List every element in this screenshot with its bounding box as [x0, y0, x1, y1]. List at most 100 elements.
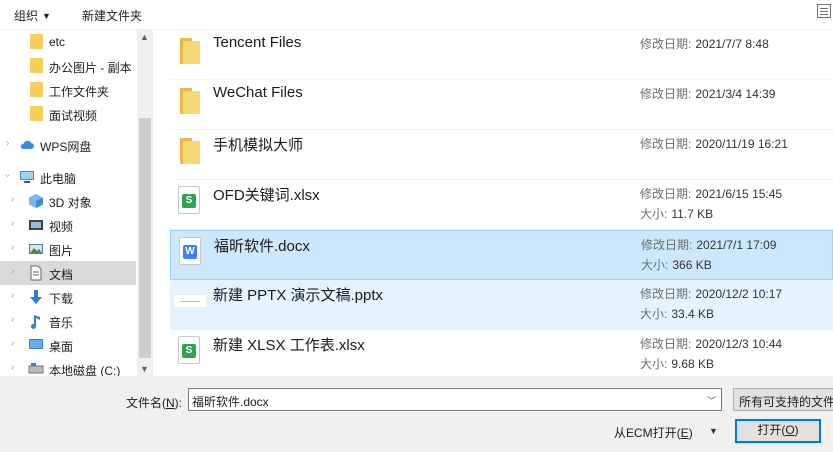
video-icon: [29, 220, 43, 230]
nav-item-label: 本地磁盘 (C:): [49, 364, 121, 376]
nav-item-label: 此电脑: [40, 172, 77, 186]
file-name: 手机模拟大师: [213, 137, 304, 154]
filename-value: 福昕软件.docx: [192, 395, 269, 409]
file-name: OFD关键词.xlsx: [213, 187, 320, 204]
nav-item-local-disk-c[interactable]: › 本地磁盘 (C:): [0, 357, 136, 376]
nav-item-label: 图片: [49, 244, 74, 258]
computer-icon: [20, 171, 34, 183]
toolbar: 组织 ▼ 新建文件夹: [0, 0, 833, 30]
chevron-down-icon[interactable]: ▼: [140, 364, 149, 374]
organize-button[interactable]: 组织 ▼: [14, 7, 51, 24]
chevron-down-icon[interactable]: ›: [2, 174, 13, 177]
nav-item-label: 工作文件夹: [49, 85, 110, 99]
caret-down-icon[interactable]: ▼: [709, 426, 718, 436]
chevron-right-icon[interactable]: ›: [11, 194, 14, 205]
folder-icon: [30, 34, 43, 49]
chevron-right-icon[interactable]: ›: [11, 338, 14, 349]
nav-item-downloads[interactable]: › 下载: [0, 285, 136, 309]
view-options-icon[interactable]: [817, 4, 831, 18]
folder-icon: [180, 38, 200, 64]
file-size: 大小: 9.68 KB: [640, 357, 715, 371]
desktop-icon: [29, 339, 43, 349]
nav-item-documents[interactable]: › 文档: [0, 261, 136, 285]
modified-date: 修改日期: 2021/7/1 17:09: [641, 238, 777, 252]
nav-item-label: 面试视频: [49, 109, 98, 123]
modified-date: 修改日期: 2020/12/3 10:44: [640, 337, 783, 351]
nav-item-videos[interactable]: › 视频: [0, 213, 136, 237]
drive-icon: [28, 363, 44, 374]
nav-item-label: etc: [49, 35, 66, 49]
filename-input[interactable]: 福昕软件.docx ﹀: [188, 388, 722, 411]
chevron-down-icon[interactable]: ﹀: [707, 394, 716, 407]
modified-date: 修改日期: 2020/12/2 10:17: [640, 287, 783, 301]
modified-date: 修改日期: 2021/3/4 14:39: [640, 87, 776, 101]
nav-item-music[interactable]: › 音乐: [0, 309, 136, 333]
folder-icon: [30, 82, 43, 97]
file-row-phone-emulator[interactable]: 手机模拟大师 修改日期: 2020/11/19 16:21: [170, 130, 833, 180]
nav-item-label: 桌面: [49, 340, 74, 354]
chevron-right-icon[interactable]: ›: [11, 242, 14, 253]
cloud-icon: [20, 140, 34, 149]
file-row-wechat-files[interactable]: WeChat Files 修改日期: 2021/3/4 14:39: [170, 80, 833, 130]
file-name: 新建 PPTX 演示文稿.pptx: [213, 287, 384, 304]
modified-date: 修改日期: 2021/6/15 15:45: [640, 187, 783, 201]
chevron-right-icon[interactable]: ›: [11, 218, 14, 229]
chevron-up-icon[interactable]: ▲: [140, 32, 149, 42]
file-list: Tencent Files 修改日期: 2021/7/7 8:48 WeChat …: [170, 30, 833, 376]
nav-item-label: 下载: [49, 292, 74, 306]
organize-label: 组织: [14, 9, 39, 23]
file-name: Tencent Files: [213, 34, 302, 51]
chevron-right-icon[interactable]: ›: [11, 290, 14, 301]
nav-item-label: 文档: [49, 268, 74, 282]
cube-icon: [29, 194, 43, 208]
folder-icon: [180, 88, 200, 114]
filename-label: 文件名(N):: [126, 396, 183, 410]
new-folder-button[interactable]: 新建文件夹: [82, 7, 142, 24]
file-name: WeChat Files: [213, 84, 303, 101]
nav-item-wps-cloud[interactable]: › WPS网盘: [0, 133, 136, 157]
modified-date: 修改日期: 2021/7/7 8:48: [640, 37, 769, 51]
document-icon: [30, 265, 42, 281]
nav-item-3d-objects[interactable]: › 3D 对象: [0, 189, 136, 213]
nav-item-etc[interactable]: etc: [0, 30, 136, 54]
dialog-footer: 文件名(N): 福昕软件.docx ﹀ 所有可支持的文件 从ECM打开(E) ▼…: [0, 376, 833, 452]
nav-item-label: 视频: [49, 220, 74, 234]
nav-item-desktop[interactable]: › 桌面: [0, 333, 136, 357]
nav-item-interview-videos[interactable]: 面试视频: [0, 102, 136, 126]
file-type-filter-value: 所有可支持的文件: [739, 395, 833, 409]
file-row-new-pptx[interactable]: 新建 PPTX 演示文稿.pptx 修改日期: 2020/12/2 10:17 大…: [170, 280, 833, 330]
nav-item-this-pc[interactable]: › 此电脑: [0, 165, 136, 189]
chevron-right-icon[interactable]: ›: [11, 266, 14, 277]
file-row-new-xlsx[interactable]: S 新建 XLSX 工作表.xlsx 修改日期: 2020/12/3 10:44 …: [170, 330, 833, 376]
docx-file-icon: W: [179, 237, 201, 265]
file-name: 新建 XLSX 工作表.xlsx: [213, 337, 365, 354]
nav-item-label: WPS网盘: [40, 140, 92, 154]
file-size: 大小: 366 KB: [641, 258, 712, 272]
file-size: 大小: 11.7 KB: [640, 207, 714, 221]
open-from-ecm-button[interactable]: 从ECM打开(E): [614, 424, 693, 441]
nav-item-label: 音乐: [49, 316, 74, 330]
file-size: 大小: 33.4 KB: [640, 307, 715, 321]
folder-icon: [30, 106, 43, 121]
caret-down-icon: ▼: [42, 11, 51, 21]
folder-icon: [30, 58, 43, 73]
file-type-filter[interactable]: 所有可支持的文件: [733, 388, 833, 411]
file-row-ofd-keywords[interactable]: S OFD关键词.xlsx 修改日期: 2021/6/15 15:45 大小: 11…: [170, 180, 833, 230]
nav-item-pictures[interactable]: › 图片: [0, 237, 136, 261]
nav-scrollbar[interactable]: ▲ ▼: [137, 30, 153, 376]
chevron-right-icon[interactable]: ›: [11, 314, 14, 325]
nav-item-office-images-copy[interactable]: 办公图片 - 副本: [0, 54, 136, 78]
chevron-right-icon[interactable]: ›: [11, 362, 14, 373]
pptx-thumbnail-icon: [173, 294, 207, 308]
modified-date: 修改日期: 2020/11/19 16:21: [640, 137, 788, 151]
nav-item-label: 3D 对象: [49, 196, 92, 210]
chevron-right-icon[interactable]: ›: [6, 138, 9, 149]
open-button[interactable]: 打开(O): [735, 419, 821, 443]
nav-item-work-folder[interactable]: 工作文件夹: [0, 78, 136, 102]
file-row-tencent-files[interactable]: Tencent Files 修改日期: 2021/7/7 8:48: [170, 30, 833, 80]
file-name: 福昕软件.docx: [214, 238, 310, 255]
file-row-foxit-software[interactable]: W 福昕软件.docx 修改日期: 2021/7/1 17:09 大小: 366 K…: [170, 230, 833, 280]
scrollbar-thumb[interactable]: [139, 118, 151, 358]
download-icon: [30, 290, 42, 304]
xlsx-file-icon: S: [178, 186, 200, 214]
